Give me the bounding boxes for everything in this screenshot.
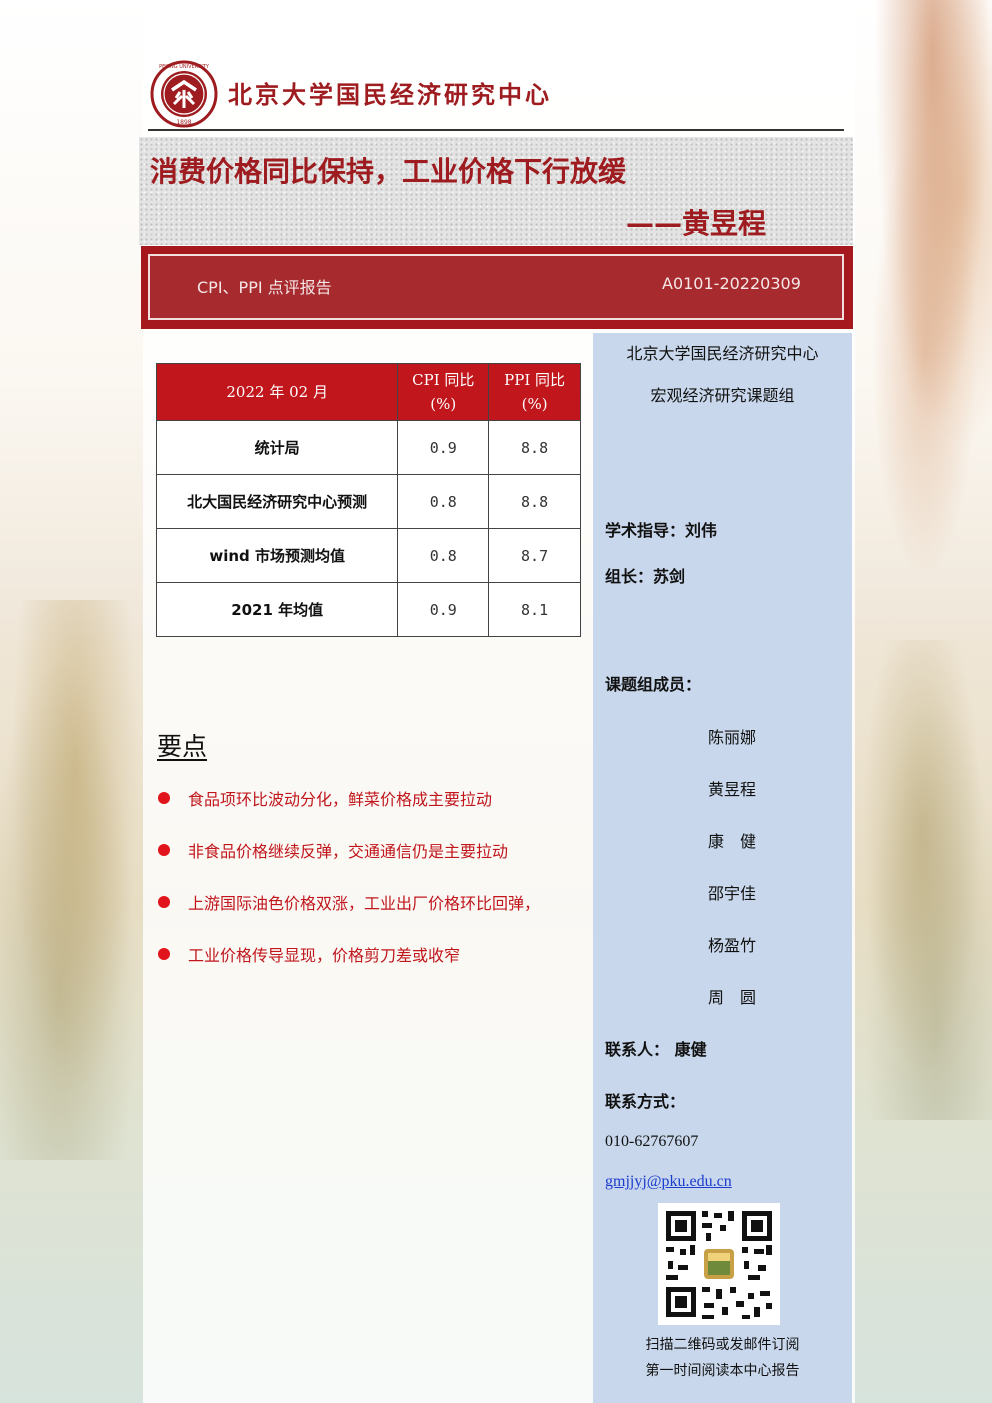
header-cpi: CPI 同比 (%) <box>397 363 490 421</box>
row-label: 2021 年均值 <box>155 582 399 637</box>
ppi-value: 8.8 <box>488 474 581 529</box>
cpi-value: 0.9 <box>397 582 490 637</box>
header-month: 2022 年 02 月 <box>155 363 399 421</box>
cpi-ppi-table: 2022 年 02 月 CPI 同比 (%) PPI 同比 (%) 统计局 0.… <box>155 363 581 637</box>
background-autumn-leaves <box>842 0 992 640</box>
cpi-value: 0.9 <box>397 420 490 475</box>
cpi-value: 0.8 <box>397 474 490 529</box>
logo-year: 1898 <box>176 119 191 126</box>
ppi-value: 8.1 <box>488 582 581 637</box>
key-point-text: 非食品价格继续反弹，交通通信仍是主要拉动 <box>188 842 509 861</box>
member-name: 陈丽娜 <box>708 728 757 747</box>
row-label: wind 市场预测均值 <box>155 528 399 583</box>
qr-caption-line1: 扫描二维码或发邮件订阅 <box>645 1337 800 1353</box>
header-ppi: PPI 同比 (%) <box>488 363 581 421</box>
key-point-text: 食品项环比波动分化，鲜菜价格成主要拉动 <box>188 790 493 809</box>
ppi-value: 8.8 <box>488 420 581 475</box>
group-leader: 组长：苏剑 <box>605 567 686 586</box>
row-label: 北大国民经济研究中心预测 <box>155 474 399 529</box>
ppi-value: 8.7 <box>488 528 581 583</box>
member-name: 邵宇佳 <box>708 884 757 903</box>
row-label: 统计局 <box>155 420 399 475</box>
background-trees-left <box>0 600 150 1160</box>
wechat-qr-code-icon <box>658 1203 780 1325</box>
bullet-dot-icon <box>158 896 170 908</box>
table-row: wind 市场预测均值 0.8 8.7 <box>155 528 581 583</box>
header-ppi-line2: (%) <box>521 395 548 413</box>
academic-advisor: 学术指导：刘伟 <box>605 521 718 540</box>
qr-caption-line2: 第一时间阅读本中心报告 <box>645 1363 800 1379</box>
contact-person: 联系人： 康健 <box>605 1040 707 1059</box>
report-id: A0101-20220309 <box>662 274 801 293</box>
logo-ring-text: PEKING UNIVERSITY <box>159 64 210 70</box>
members-title: 课题组成员： <box>605 675 702 694</box>
contact-phone: 010-62767607 <box>605 1133 699 1150</box>
header-cpi-line1: CPI 同比 <box>412 371 475 389</box>
org-name-header: 北京大学国民经济研究中心 <box>228 80 552 109</box>
report-type: CPI、PPI 点评报告 <box>197 278 332 297</box>
list-item: 上游国际油色价格双涨，工业出厂价格环比回弹， <box>158 890 540 942</box>
member-name: 黄昱程 <box>708 780 757 799</box>
header-divider <box>148 129 844 131</box>
member-name: 康 健 <box>708 832 757 851</box>
member-name: 杨盈竹 <box>708 936 757 955</box>
cpi-value: 0.8 <box>397 528 490 583</box>
contact-email-link[interactable]: gmjjyj@pku.edu.cn <box>605 1173 732 1191</box>
header-ppi-line1: PPI 同比 <box>504 371 566 389</box>
table-row: 统计局 0.9 8.8 <box>155 420 581 475</box>
contact-title: 联系方式： <box>605 1092 686 1111</box>
key-point-text: 工业价格传导显现，价格剪刀差或收窄 <box>188 946 461 965</box>
key-points-list: 食品项环比波动分化，鲜菜价格成主要拉动 非食品价格继续反弹，交通通信仍是主要拉动… <box>158 786 540 994</box>
table-header-row: 2022 年 02 月 CPI 同比 (%) PPI 同比 (%) <box>155 363 581 421</box>
sidebar-org: 北京大学国民经济研究中心 <box>626 344 819 363</box>
list-item: 非食品价格继续反弹，交通通信仍是主要拉动 <box>158 838 540 890</box>
bullet-dot-icon <box>158 948 170 960</box>
bullet-dot-icon <box>158 792 170 804</box>
header-cpi-line2: (%) <box>430 395 457 413</box>
member-name: 周 圆 <box>708 988 757 1007</box>
key-points-title: 要点 <box>157 732 208 761</box>
report-author: ——黄昱程 <box>626 207 767 240</box>
bullet-dot-icon <box>158 844 170 856</box>
key-point-text: 上游国际油色价格双涨，工业出厂价格环比回弹， <box>188 894 541 913</box>
report-title: 消费价格同比保持，工业价格下行放缓 <box>150 155 627 188</box>
background-trees-right <box>852 640 992 1120</box>
list-item: 工业价格传导显现，价格剪刀差或收窄 <box>158 942 540 994</box>
table-row: 北大国民经济研究中心预测 0.8 8.8 <box>155 474 581 529</box>
peking-university-seal-icon: 1898 PEKING UNIVERSITY <box>150 60 218 128</box>
sidebar-group: 宏观经济研究课题组 <box>650 386 795 405</box>
list-item: 食品项环比波动分化，鲜菜价格成主要拉动 <box>158 786 540 838</box>
table-row: 2021 年均值 0.9 8.1 <box>155 582 581 637</box>
